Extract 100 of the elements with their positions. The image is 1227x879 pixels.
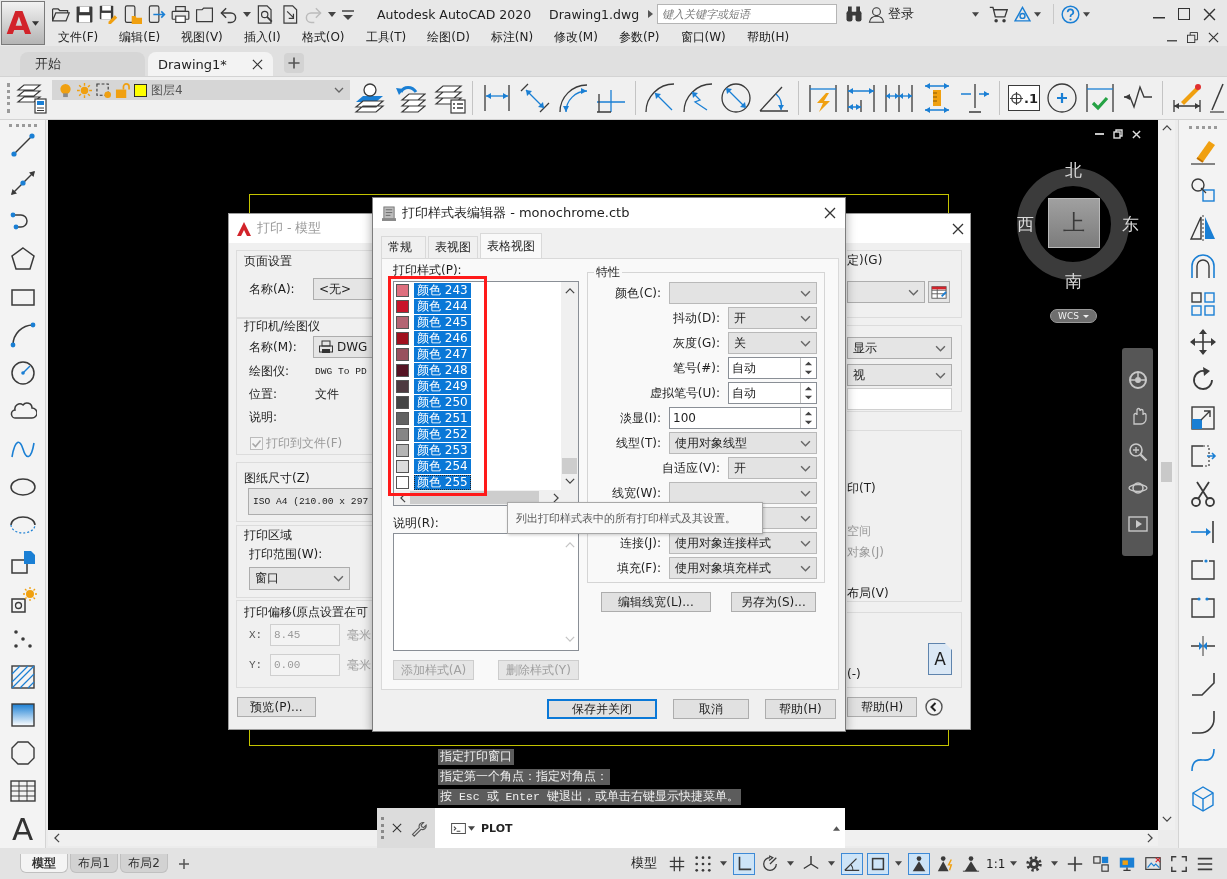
- search-field[interactable]: 键入关键字或短语: [657, 4, 837, 24]
- sign-in-link[interactable]: 登录: [888, 5, 914, 23]
- list-item[interactable]: 颜色 247: [414, 346, 471, 362]
- close-icon[interactable]: [392, 823, 402, 833]
- description-field[interactable]: [393, 533, 579, 651]
- slash-icon[interactable]: [1209, 82, 1225, 114]
- layers-circle-icon[interactable]: [354, 82, 386, 114]
- caret-up-icon[interactable]: [833, 825, 840, 831]
- dimension-edit-icon[interactable]: [1171, 82, 1203, 114]
- square-icon[interactable]: [868, 853, 888, 874]
- page-arrow-icon[interactable]: [280, 4, 299, 24]
- zoom-icon[interactable]: [1127, 442, 1148, 462]
- plus-icon[interactable]: [178, 857, 190, 870]
- steering-wheel-icon[interactable]: [1127, 370, 1148, 390]
- baseline-dimension-icon[interactable]: [845, 82, 877, 114]
- chevron-right-icon[interactable]: [553, 492, 559, 503]
- close-icon[interactable]: [952, 222, 964, 235]
- layout-tab[interactable]: 布局2: [120, 854, 168, 873]
- layout-tab[interactable]: 布局1: [70, 854, 118, 873]
- caret-icon[interactable]: [787, 861, 794, 866]
- dialog-button[interactable]: 保存并关闭: [547, 699, 657, 719]
- help-icon[interactable]: [1061, 4, 1080, 24]
- dimension-break-icon[interactable]: [959, 82, 991, 114]
- model-space-button[interactable]: 模型: [627, 852, 661, 875]
- dialog-button[interactable]: 取消: [673, 699, 749, 719]
- option-label[interactable]: 印(T): [847, 481, 876, 495]
- continue-dimension-icon[interactable]: [883, 82, 915, 114]
- chevron-up-icon[interactable]: [564, 288, 575, 294]
- list-item[interactable]: 颜色 244: [414, 298, 471, 314]
- minimize-icon[interactable]: [1153, 17, 1165, 19]
- linear-dimension-icon[interactable]: [481, 82, 513, 114]
- mirror-icon[interactable]: [1189, 214, 1217, 242]
- cube-icon[interactable]: [1189, 784, 1217, 812]
- menu-item[interactable]: 标注(N): [490, 28, 534, 46]
- squares-icon[interactable]: [1091, 853, 1111, 874]
- close-icon[interactable]: [252, 58, 263, 70]
- chevron-down-icon[interactable]: [1161, 816, 1172, 822]
- cart-icon[interactable]: [989, 4, 1008, 24]
- text-field[interactable]: [847, 388, 952, 410]
- menu-item[interactable]: 插入(I): [243, 28, 281, 46]
- fullscreen-icon[interactable]: [1169, 853, 1189, 874]
- phone-arrow-icon[interactable]: [147, 4, 166, 24]
- menu-item[interactable]: 格式(O): [301, 28, 345, 46]
- restore-icon[interactable]: [1113, 129, 1123, 139]
- scale-icon[interactable]: [1189, 404, 1217, 432]
- chevron-circle-icon[interactable]: [925, 698, 943, 716]
- annotation-scale-button[interactable]: 1:1: [986, 856, 1006, 871]
- hatch-icon[interactable]: [8, 663, 37, 691]
- caret-icon[interactable]: [1034, 11, 1041, 17]
- pentagon-icon[interactable]: [8, 245, 37, 273]
- list-item[interactable]: 颜色 254: [414, 458, 471, 474]
- dropdown[interactable]: 视: [847, 364, 952, 386]
- grip-handle[interactable]: [1189, 126, 1217, 129]
- scrollbar-thumb[interactable]: [1161, 462, 1172, 482]
- compass-label[interactable]: 南: [1065, 272, 1082, 290]
- spinner-field[interactable]: 自动: [728, 382, 817, 404]
- radius-icon[interactable]: [644, 82, 676, 114]
- horizontal-scrollbar[interactable]: [48, 830, 377, 846]
- eraser-icon[interactable]: [1189, 138, 1217, 166]
- inspection-icon[interactable]: [1084, 82, 1116, 114]
- offset-icon[interactable]: [1189, 252, 1217, 280]
- layer-dropdown[interactable]: 图层4: [52, 80, 350, 100]
- scissors-icon[interactable]: [1189, 480, 1217, 508]
- edit-lineweights-button[interactable]: 编辑线宽(L)...: [601, 592, 711, 612]
- dropdown[interactable]: 使用对象填充样式: [669, 557, 817, 579]
- move-icon[interactable]: [1189, 328, 1217, 356]
- dropdown-menu-icon[interactable]: [341, 8, 355, 20]
- phone-folder-icon[interactable]: [123, 4, 142, 24]
- person-icon[interactable]: [909, 853, 929, 874]
- grip-handle[interactable]: [8, 124, 37, 127]
- menu-item[interactable]: 绘图(D): [427, 28, 470, 46]
- diameter-icon[interactable]: [720, 82, 752, 114]
- wrench-icon[interactable]: [410, 819, 427, 837]
- edit-button[interactable]: [928, 281, 950, 303]
- menu-item[interactable]: 窗口(W): [680, 28, 726, 46]
- menu-item[interactable]: 工具(T): [365, 28, 407, 46]
- caret-icon[interactable]: [1083, 11, 1090, 17]
- file-tab[interactable]: Drawing1*: [148, 52, 273, 76]
- table-icon[interactable]: [8, 777, 37, 805]
- grip-handle[interactable]: [7, 83, 10, 113]
- close-icon[interactable]: [824, 207, 836, 219]
- arc-length-icon[interactable]: [557, 82, 589, 114]
- vertical-scrollbar[interactable]: [561, 282, 578, 490]
- frame-sun-icon[interactable]: [96, 82, 111, 98]
- list-item[interactable]: 颜色 251: [414, 410, 471, 426]
- layout-tab[interactable]: 模型: [20, 854, 68, 873]
- chevron-left-icon[interactable]: [54, 833, 60, 843]
- arc-icon[interactable]: [8, 321, 37, 349]
- prompt-icon[interactable]: [451, 822, 466, 834]
- dropdown[interactable]: 开: [728, 457, 817, 479]
- caret-icon[interactable]: [468, 825, 475, 831]
- caret-icon[interactable]: [243, 11, 251, 17]
- horizontal-scrollbar[interactable]: [845, 830, 1158, 846]
- caret-icon[interactable]: [1051, 861, 1058, 866]
- menu-item[interactable]: 视图(V): [181, 28, 223, 46]
- tolerance-button[interactable]: .1: [1008, 85, 1040, 111]
- fillet-icon[interactable]: [1189, 708, 1217, 736]
- list-item[interactable]: 颜色 250: [414, 394, 471, 410]
- list-item[interactable]: 颜色 249: [414, 378, 471, 394]
- caret-icon[interactable]: [972, 11, 979, 17]
